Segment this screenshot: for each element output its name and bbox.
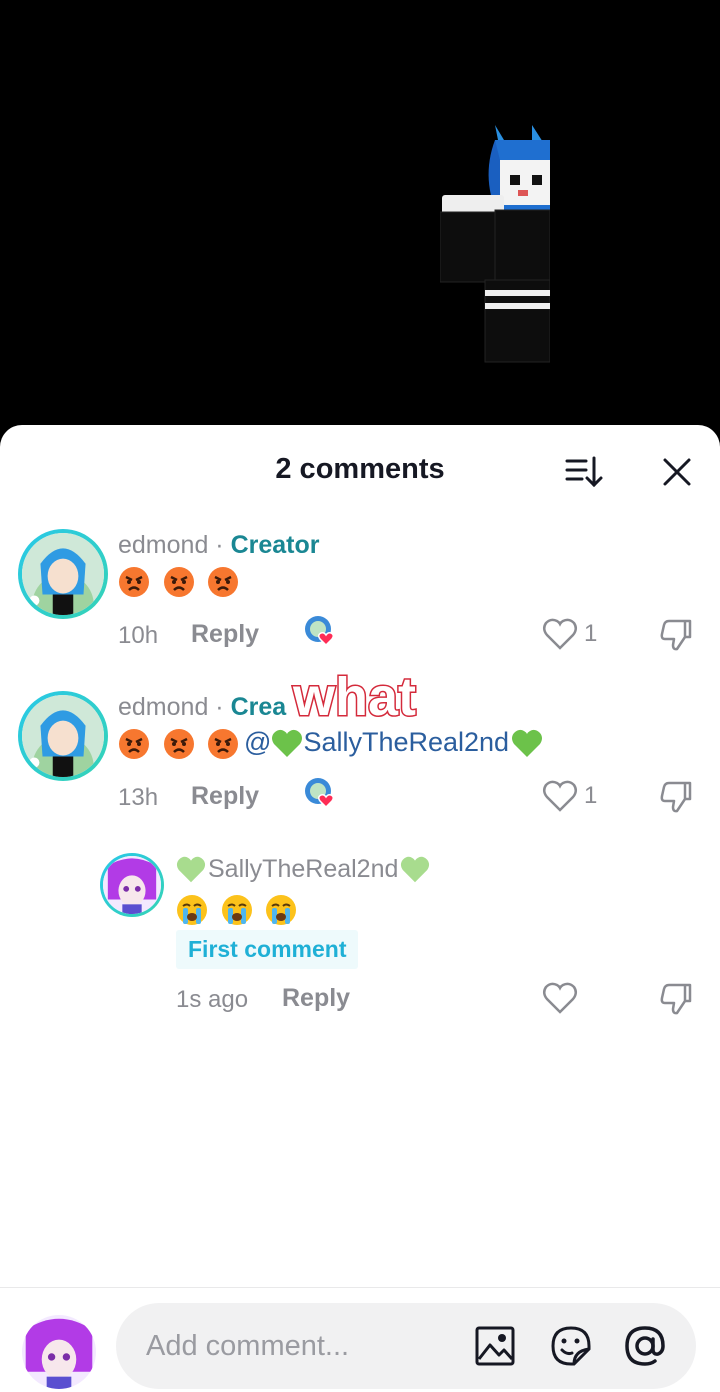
like-count: 1 xyxy=(584,782,598,809)
dislike-icon[interactable] xyxy=(657,779,693,815)
reply-avatar[interactable] xyxy=(100,853,164,917)
angry-face-icon xyxy=(208,566,239,597)
creator-label: Creator xyxy=(230,531,320,559)
crying-face-icon xyxy=(177,894,207,925)
green-heart-icon xyxy=(176,857,206,883)
angry-face-icon xyxy=(208,728,239,759)
heart-outline-icon xyxy=(543,780,577,812)
dislike-icon[interactable] xyxy=(657,981,693,1017)
mention-link[interactable]: @ SallyTheReal2nd xyxy=(244,727,548,757)
comments-count-title: 2 comments xyxy=(275,453,445,485)
green-heart-icon xyxy=(512,729,543,757)
crying-face-icon xyxy=(221,894,252,925)
sticker-icon[interactable] xyxy=(550,1325,592,1367)
angry-face-icon xyxy=(163,566,194,597)
reply-button[interactable]: Reply xyxy=(191,620,259,649)
video-text-overlay: what xyxy=(291,667,417,727)
creator-liked-icon xyxy=(305,778,335,809)
video-player[interactable] xyxy=(0,0,720,440)
mention-at: @ xyxy=(244,727,272,757)
comment-author[interactable]: edmond · Creator xyxy=(118,531,320,560)
crying-face-icon xyxy=(266,894,297,925)
reply-button[interactable]: Reply xyxy=(191,782,259,811)
angry-face-icon xyxy=(119,728,149,759)
username[interactable]: edmond xyxy=(118,531,208,559)
separator: · xyxy=(208,693,231,721)
comment-composer xyxy=(116,1303,696,1389)
separator: · xyxy=(208,531,231,559)
like-button[interactable]: 1 xyxy=(542,779,597,813)
green-heart-icon xyxy=(401,857,430,883)
image-icon[interactable] xyxy=(474,1325,516,1367)
mention-name: SallyTheReal2nd xyxy=(303,727,510,757)
video-character-image xyxy=(440,125,550,363)
angry-face-icon xyxy=(119,566,149,597)
comment-text xyxy=(118,565,244,598)
avatar-image xyxy=(22,533,104,615)
reply-text xyxy=(176,893,302,926)
like-button[interactable] xyxy=(542,981,578,1015)
reply-time: 1s ago xyxy=(176,986,249,1013)
my-avatar xyxy=(22,1315,96,1389)
avatar[interactable] xyxy=(18,691,108,781)
avatar[interactable] xyxy=(18,529,108,619)
avatar-image xyxy=(103,856,161,914)
heart-outline-icon xyxy=(543,982,577,1014)
creator-label: Crea xyxy=(230,693,287,721)
green-heart-icon xyxy=(272,729,303,757)
username[interactable]: SallyTheReal2nd xyxy=(208,855,398,883)
comments-sheet: 2 comments edmond · Creator 10h Reply 1 … xyxy=(0,425,720,1392)
angry-face-icon xyxy=(163,728,194,759)
username[interactable]: edmond xyxy=(118,693,208,721)
divider xyxy=(0,1287,720,1288)
first-comment-badge: First comment xyxy=(176,930,359,969)
comment-time: 13h xyxy=(118,784,159,811)
reply-author[interactable]: SallyTheReal2nd xyxy=(176,855,435,885)
comment-time: 10h xyxy=(118,622,159,649)
heart-outline-icon xyxy=(543,618,577,650)
close-icon[interactable] xyxy=(660,455,694,489)
like-count: 1 xyxy=(584,620,598,647)
avatar-image xyxy=(22,695,104,777)
comment-input[interactable] xyxy=(144,1325,448,1367)
sort-icon[interactable] xyxy=(564,455,604,489)
creator-liked-icon xyxy=(305,616,335,647)
mention-icon[interactable] xyxy=(624,1325,666,1367)
avatar-image xyxy=(22,1315,96,1389)
comment-text: @ SallyTheReal2nd xyxy=(118,727,548,760)
comment-author[interactable]: edmond · Crea xyxy=(118,693,286,722)
like-button[interactable]: 1 xyxy=(542,617,597,651)
reply-button[interactable]: Reply xyxy=(282,984,350,1013)
dislike-icon[interactable] xyxy=(657,617,693,653)
